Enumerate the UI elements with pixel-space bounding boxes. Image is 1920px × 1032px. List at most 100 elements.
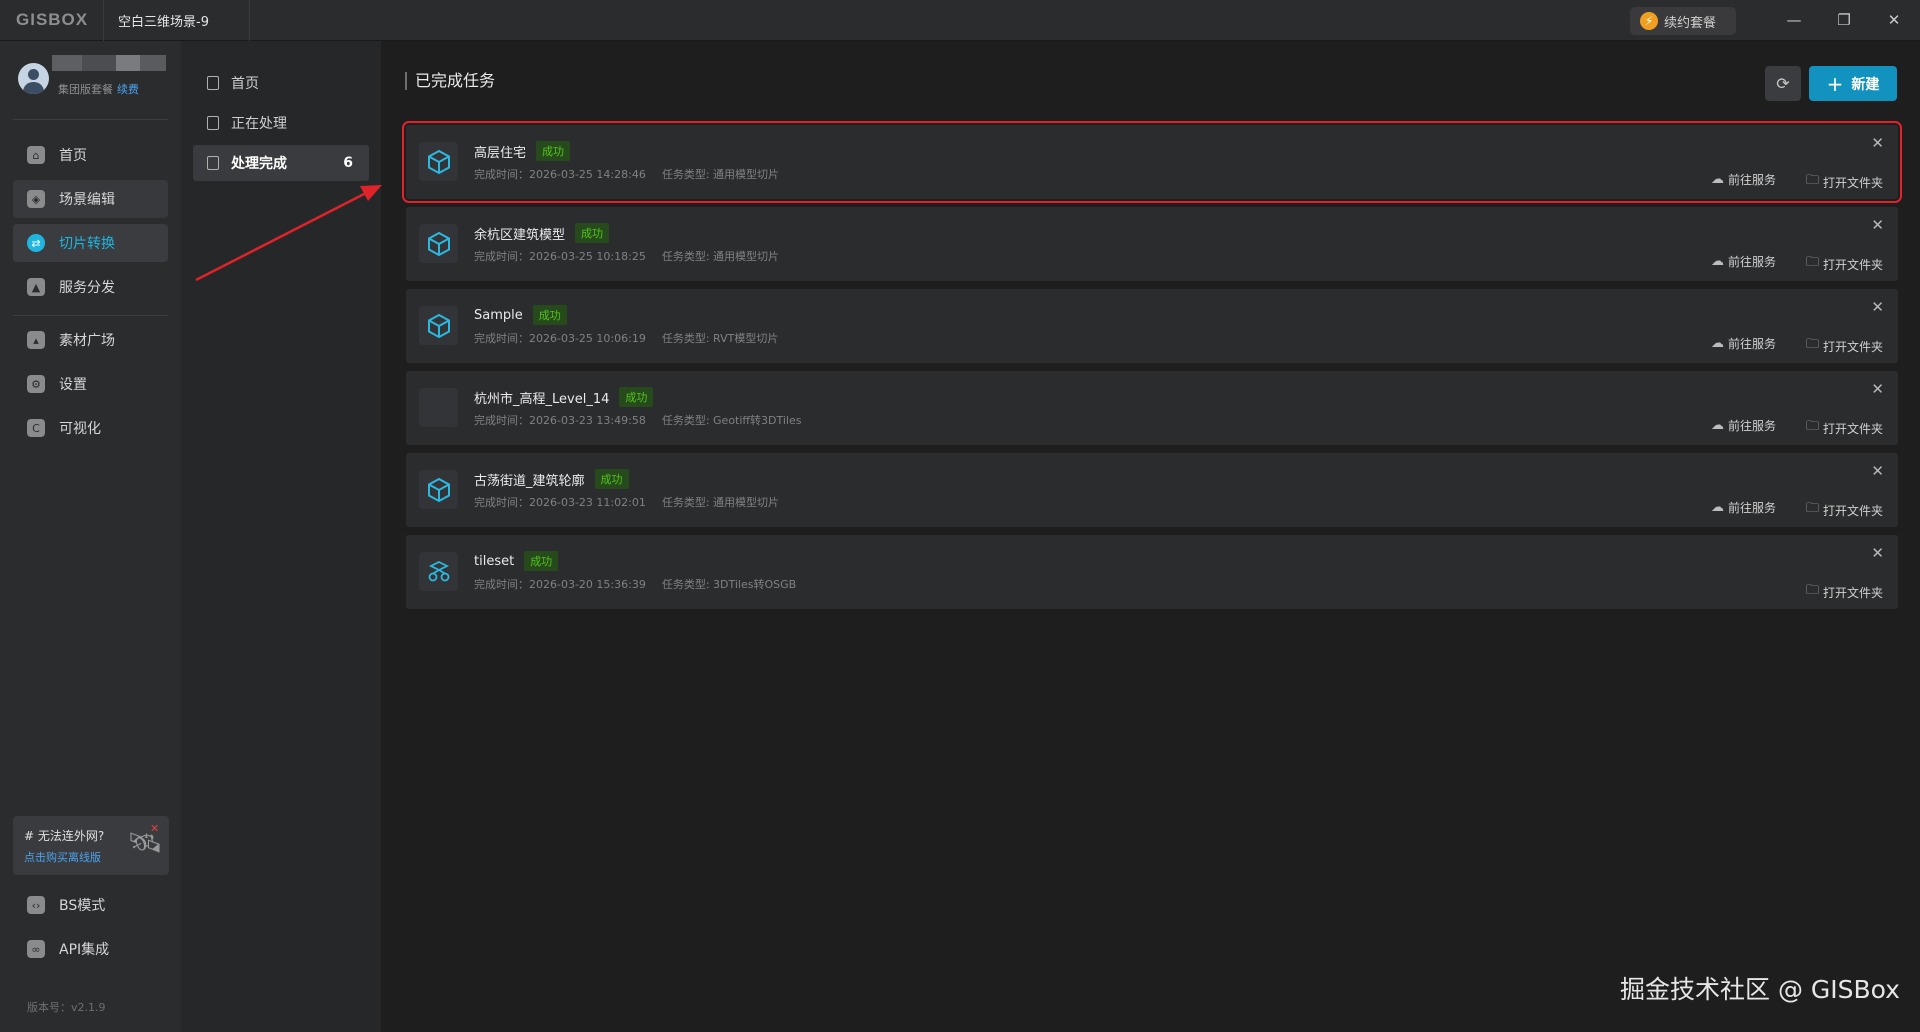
subnav-item-processing[interactable]: 正在处理 (193, 105, 369, 141)
task-meta: 完成时间：2026-03-25 14:28:46 任务类型: 通用模型切片 (474, 166, 779, 182)
task-meta: 完成时间：2026-03-20 15:36:39 任务类型: 3DTiles转OS… (474, 576, 796, 592)
plus-icon: + (1826, 71, 1844, 96)
watermark: 掘金技术社区 @ GISBox (1620, 975, 1900, 1004)
subnav-item-home[interactable]: 首页 (193, 65, 369, 101)
cube-icon: ◈ (27, 190, 45, 208)
lightning-icon: ⚡ (1640, 12, 1658, 30)
folder-icon: 🗀 (1806, 419, 1820, 434)
cube-model-icon (419, 142, 458, 181)
task-meta: 完成时间：2026-03-23 11:02:01 任务类型: 通用模型切片 (474, 494, 779, 510)
remove-task-button[interactable]: ✕ (1871, 544, 1884, 562)
tileset-icon (419, 552, 458, 591)
home-icon (207, 76, 219, 90)
status-badge: 成功 (594, 469, 629, 489)
open-folder-button[interactable]: 🗀 打开文件夹 (1806, 335, 1883, 357)
task-time: 完成时间：2026-03-23 13:49:58 (474, 414, 646, 427)
task-thumbnail (419, 388, 458, 427)
cloud-upload-icon: ☁ (1711, 172, 1724, 187)
sidebar-item-tile-convert[interactable]: ⇄ 切片转换 (13, 224, 168, 262)
task-time: 完成时间：2026-03-25 10:06:19 (474, 332, 646, 345)
cloud-upload-icon: ☁ (1711, 418, 1724, 433)
exchange-icon: ⇄ (27, 234, 45, 252)
task-card[interactable]: Sample 成功完成时间：2026-03-25 10:06:19 任务类型: RV… (406, 289, 1898, 363)
sidebar-item-api[interactable]: ∞ API集成 (13, 930, 168, 968)
task-type: 任务类型: 通用模型切片 (661, 250, 780, 263)
close-window-button[interactable]: ✕ (1879, 8, 1909, 32)
task-time: 完成时间：2026-03-20 15:36:39 (474, 578, 646, 591)
offline-title: # 无法连外网? (24, 829, 105, 843)
task-name: 杭州市_高程_Level_14 (474, 391, 610, 407)
folder-icon: 🗀 (1806, 173, 1820, 188)
task-type: 任务类型: 3DTiles转OSGB (661, 578, 797, 591)
task-meta: 完成时间：2026-03-25 10:06:19 任务类型: RVT模型切片 (474, 330, 778, 346)
document-tab[interactable]: 空白三维场景-9 (103, 0, 250, 41)
offline-promo[interactable]: # 无法连外网? 点击购买离线版 🛰 ✕ (13, 816, 169, 875)
task-time: 完成时间：2026-03-25 10:18:25 (474, 250, 646, 263)
remove-task-button[interactable]: ✕ (1871, 216, 1884, 234)
new-task-button[interactable]: + 新建 (1809, 66, 1897, 101)
cube-model-icon (419, 306, 458, 345)
open-folder-button[interactable]: 🗀 打开文件夹 (1806, 581, 1883, 603)
task-name-row: 杭州市_高程_Level_14 成功 (474, 387, 654, 407)
remove-task-button[interactable]: ✕ (1871, 298, 1884, 316)
goto-service-button[interactable]: ☁ 前往服务 (1711, 171, 1776, 188)
open-folder-button[interactable]: 🗀 打开文件夹 (1806, 171, 1883, 193)
goto-service-button[interactable]: ☁ 前往服务 (1711, 417, 1776, 434)
divider (13, 119, 168, 120)
restore-button[interactable]: ❐ (1829, 8, 1859, 32)
sidebar-item-settings[interactable]: ⚙ 设置 (13, 365, 168, 403)
goto-service-button[interactable]: ☁ 前往服务 (1711, 335, 1776, 352)
task-name-row: 古荡街道_建筑轮廓 成功 (474, 469, 629, 489)
file-upload-icon (207, 116, 219, 130)
minimize-button[interactable]: — (1779, 8, 1809, 32)
home-icon: ⌂ (27, 146, 45, 164)
gear-icon: ⚙ (27, 375, 45, 393)
task-card[interactable]: 古荡街道_建筑轮廓 成功完成时间：2026-03-23 11:02:01 任务类型:… (406, 453, 1898, 527)
task-type: 任务类型: Geotiff转3DTiles (661, 414, 802, 427)
cloud-upload-icon: ☁ (1711, 500, 1724, 515)
renew-plan-button[interactable]: ⚡ 续约套餐 (1630, 7, 1736, 35)
user-profile[interactable]: 集团版套餐 续费 (18, 55, 168, 105)
sidebar-item-asset-plaza[interactable]: ▴ 素材广场 (13, 321, 168, 359)
status-badge: 成功 (619, 387, 654, 407)
remove-task-button[interactable]: ✕ (1871, 134, 1884, 152)
task-name: Sample (474, 307, 523, 323)
folder-icon: 🗀 (1806, 255, 1820, 270)
completed-count: 6 (343, 155, 353, 171)
plan-info: 集团版套餐 续费 (58, 81, 139, 97)
status-badge: 成功 (532, 305, 567, 325)
task-name: 高层住宅 (474, 145, 527, 161)
cloud-upload-icon: ☁ (1711, 254, 1724, 269)
task-card[interactable]: 杭州市_高程_Level_14 成功完成时间：2026-03-23 13:49:5… (406, 371, 1898, 445)
refresh-button[interactable]: ⟳ (1765, 66, 1801, 101)
task-name-row: 高层住宅 成功 (474, 141, 571, 161)
sidebar-item-visualization[interactable]: C 可视化 (13, 409, 168, 447)
link-icon: ∞ (27, 940, 45, 958)
sidebar-item-bs-mode[interactable]: ‹› BS模式 (13, 886, 168, 924)
sidebar-item-scene-edit[interactable]: ◈ 场景编辑 (13, 180, 168, 218)
task-time: 完成时间：2026-03-25 14:28:46 (474, 168, 646, 181)
sidebar-item-home[interactable]: ⌂ 首页 (13, 136, 168, 174)
task-card[interactable]: tileset 成功 完成时间：2026-03-20 15:36:39 任务类型: 3… (406, 535, 1898, 609)
renew-link[interactable]: 续费 (117, 83, 139, 96)
open-folder-button[interactable]: 🗀 打开文件夹 (1806, 417, 1883, 439)
offline-close-icon: ✕ (150, 822, 160, 835)
task-name: 余杭区建筑模型 (474, 227, 566, 243)
open-folder-button[interactable]: 🗀 打开文件夹 (1806, 253, 1883, 275)
main-sidebar: 集团版套餐 续费 ⌂ 首页 ◈ 场景编辑 ⇄ 切片转换 ▲ 服务分发 ▴ 素材广场 ⚙ 设置 … (0, 41, 181, 1032)
task-name-row: 余杭区建筑模型 成功 (474, 223, 610, 243)
app-logo: GISBOX (16, 10, 89, 29)
offline-buy-link[interactable]: 点击购买离线版 (24, 849, 101, 865)
subnav-item-completed[interactable]: 处理完成 6 (193, 145, 369, 181)
sidebar-item-service-publish[interactable]: ▲ 服务分发 (13, 268, 168, 306)
remove-task-button[interactable]: ✕ (1871, 380, 1884, 398)
task-card[interactable]: 高层住宅 成功完成时间：2026-03-25 14:28:46 任务类型: 通用模型… (402, 121, 1902, 203)
open-folder-button[interactable]: 🗀 打开文件夹 (1806, 499, 1883, 521)
remove-task-button[interactable]: ✕ (1871, 462, 1884, 480)
task-meta: 完成时间：2026-03-25 10:18:25 任务类型: 通用模型切片 (474, 248, 779, 264)
goto-service-button[interactable]: ☁ 前往服务 (1711, 253, 1776, 270)
sub-navigation: 首页 正在处理 处理完成 6 (181, 41, 381, 1032)
goto-service-button[interactable]: ☁ 前往服务 (1711, 499, 1776, 516)
task-card[interactable]: 余杭区建筑模型 成功完成时间：2026-03-25 10:18:25 任务类型: 通… (406, 207, 1898, 281)
task-name: 古荡街道_建筑轮廓 (474, 473, 585, 489)
